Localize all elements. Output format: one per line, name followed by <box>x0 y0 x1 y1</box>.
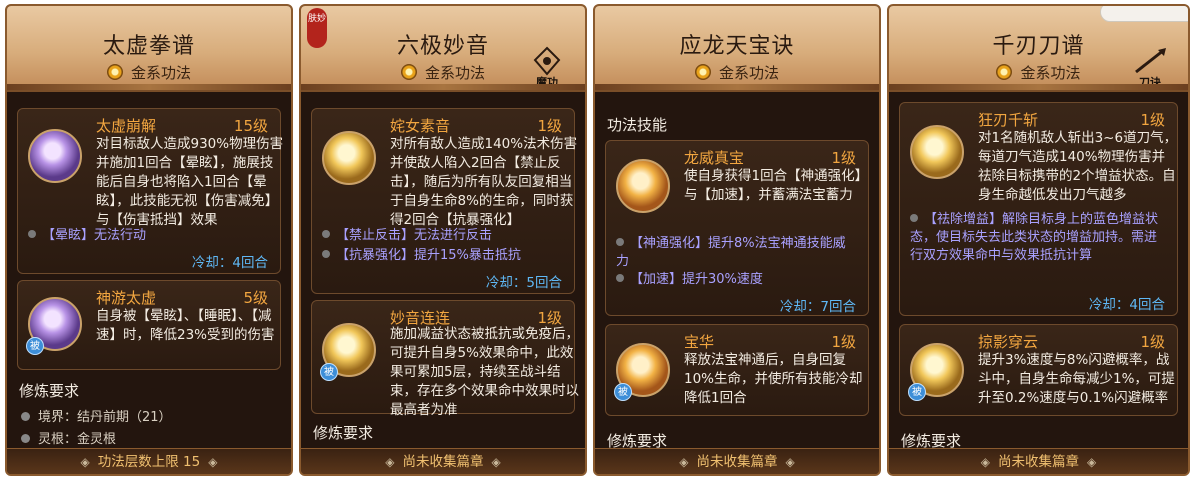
skill-name: 神游太虚 <box>96 289 157 307</box>
skill-card-2[interactable]: 被 宝华 1级 释放法宝神通后，自身回复10%生命，并使所有技能冷却降低1回合 <box>605 324 869 416</box>
skill-desc: 释放法宝神通后，自身回复10%生命，并使所有技能冷却降低1回合 <box>684 352 863 406</box>
skill-name: 龙威真宝 <box>684 149 745 167</box>
demon-art-icon: 魔功 <box>525 44 569 89</box>
metal-element-icon <box>106 64 123 80</box>
skill-desc: 提升3%速度与8%闪避概率，战斗中，自身生命每减少1%，可提升至0.2%速度与0… <box>978 352 1175 406</box>
requirement-root: 灵根：金灵根 <box>21 428 116 447</box>
skill-card-1[interactable]: 龙威真宝 1级 使自身获得1回合【神通强化】与【加速】，并蓄满法宝蓄力 【神通强… <box>605 140 869 316</box>
panel-title: 应龙天宝诀 <box>679 34 795 59</box>
effect-line: 【禁止反击】无法进行反击 <box>322 227 564 245</box>
skill-level: 1级 <box>1140 111 1165 129</box>
skill-card-2[interactable]: 被 掠影穿云 1级 提升3%速度与8%闪避概率，战斗中，自身生命每减少1%，可提… <box>899 324 1178 416</box>
skill-level: 5级 <box>243 289 268 307</box>
requirement-title: 修炼要求 <box>19 382 80 400</box>
cooldown-label: 冷却：4回合 <box>191 255 268 271</box>
bullet-icon <box>28 230 36 238</box>
skill-desc: 自身被【晕眩】、【睡眠】、【减速】时，降低23%受到的伤害 <box>96 308 275 343</box>
claw-skill-icon <box>910 125 964 179</box>
metal-element-icon <box>400 64 417 80</box>
panel-footer: ◈ 尚未收集篇章 ◈ <box>301 448 585 474</box>
passive-badge: 被 <box>26 337 44 355</box>
effect-line: 【神通强化】提升8%法宝神通技能威力 <box>616 236 846 269</box>
skill-desc: 对1名随机敌人斩出3~6道刀气，每道刀气造成140%物理伤害并祛除目标携带的2个… <box>978 130 1178 203</box>
metal-element-icon <box>996 64 1013 80</box>
skill-card-1[interactable]: 姹女素音 1级 对所有敌人造成140%法术伤害并使敌人陷入2回合【禁止反击】，随… <box>311 108 577 294</box>
skill-desc: 使自身获得1回合【神通强化】与【加速】，并蓄满法宝蓄力 <box>684 168 869 203</box>
cooldown-label: 冷却：4回合 <box>1088 297 1165 313</box>
panel-header: 千刃刀谱 金系功法 刀诀 <box>889 6 1188 92</box>
skill-name: 宝华 <box>684 333 715 351</box>
panel-subtitle: 金系功法 <box>7 62 291 83</box>
requirement-realm: 境界：结丹前期（21） <box>21 406 172 425</box>
panel-header: 肤妙 六极妙音 金系功法 魔功 <box>301 6 585 92</box>
cooldown-label: 冷却：7回合 <box>779 299 856 315</box>
skill-level: 1级 <box>537 117 562 135</box>
passive-badge: 被 <box>320 363 338 381</box>
element-label: 金系功法 <box>130 64 191 82</box>
section-title: 功法技能 <box>607 116 668 134</box>
passive-badge: 被 <box>908 383 926 401</box>
panel-footer: ◈ 尚未收集篇章 ◈ <box>889 448 1188 474</box>
bullet-icon <box>21 434 30 443</box>
panel-footer: ◈ 功法层数上限 15 ◈ <box>7 448 291 474</box>
skill-level: 1级 <box>831 149 856 167</box>
skill-name: 姹女素音 <box>390 117 451 135</box>
panel-subtitle: 金系功法 <box>595 62 879 83</box>
flower-skill-icon <box>322 131 376 185</box>
gongfa-panel-1: 太虚拳谱 金系功法 太虚崩解 15级 对目标敌人造成930%物理伤害并施加1回合… <box>5 4 293 476</box>
gongfa-panel-2: 肤妙 六极妙音 金系功法 魔功 姹女素音 1级 对所有敌人造成140%法术伤害并… <box>299 4 587 476</box>
gongfa-panel-3: 应龙天宝诀 金系功法 功法技能 龙威真宝 1级 使自身获得1回合【神通强化】与【… <box>593 4 881 476</box>
effect-line: 【祛除增益】解除目标身上的蓝色增益状态，使目标失去此类状态的增益加持。需进行双方… <box>910 212 1159 263</box>
skill-level: 1级 <box>1140 333 1165 351</box>
effect-line: 【抗暴强化】提升15%暴击抵抗 <box>322 247 564 265</box>
skill-name: 太虚崩解 <box>96 117 157 135</box>
blade-art-icon: 刀诀 <box>1128 44 1172 89</box>
passive-badge: 被 <box>614 383 632 401</box>
skill-name: 狂刃千斩 <box>978 111 1039 129</box>
skill-desc: 对目标敌人造成930%物理伤害并施加1回合【晕眩】，施展技能后自身也将陷入1回合… <box>96 136 284 228</box>
skill-name: 掠影穿云 <box>978 333 1039 351</box>
skill-card-2[interactable]: 被 妙音连连 1级 施加减益状态被抵抗或免疫后，可提升自身5%效果命中，此效果可… <box>311 300 579 418</box>
skill-card-1[interactable]: 太虚崩解 15级 对目标敌人造成930%物理伤害并施加1回合【晕眩】，施展技能后… <box>17 108 283 274</box>
corner-tag[interactable] <box>1100 6 1188 22</box>
skill-desc: 施加减益状态被抵抗或免疫后，可提升自身5%效果命中，此效果可累加5层，持续至战斗… <box>390 326 579 418</box>
skill-desc: 对所有敌人造成140%法术伤害并使敌人陷入2回合【禁止反击】，随后为所有队友回复… <box>390 136 578 228</box>
skill-level: 15级 <box>233 117 268 135</box>
panel-header: 太虚拳谱 金系功法 <box>7 6 291 92</box>
panel-header: 应龙天宝诀 金系功法 <box>595 6 879 92</box>
cooldown-label: 冷却：5回合 <box>485 275 562 291</box>
flower-skill-icon <box>28 129 82 183</box>
requirement-title: 修炼要求 <box>313 424 374 442</box>
metal-element-icon <box>694 64 711 80</box>
gongfa-panel-4: 千刃刀谱 金系功法 刀诀 狂刃千斩 1级 对1名随机敌人斩出3~6道刀气，每道刀… <box>887 4 1190 476</box>
skill-card-2[interactable]: 被 神游太虚 5级 自身被【晕眩】、【睡眠】、【减速】时，降低23%受到的伤害 <box>17 280 281 370</box>
dragon-skill-icon <box>616 159 670 213</box>
skill-level: 1级 <box>831 333 856 351</box>
panel-title: 太虚拳谱 <box>102 34 195 59</box>
panel-footer: ◈ 尚未收集篇章 ◈ <box>595 448 879 474</box>
effect-line: 【晕眩】无法行动 <box>28 227 270 245</box>
bullet-icon <box>21 412 30 421</box>
skill-card-1[interactable]: 狂刃千斩 1级 对1名随机敌人斩出3~6道刀气，每道刀气造成140%物理伤害并祛… <box>899 102 1178 316</box>
effect-line: 【加速】提升30%速度 <box>616 271 858 289</box>
